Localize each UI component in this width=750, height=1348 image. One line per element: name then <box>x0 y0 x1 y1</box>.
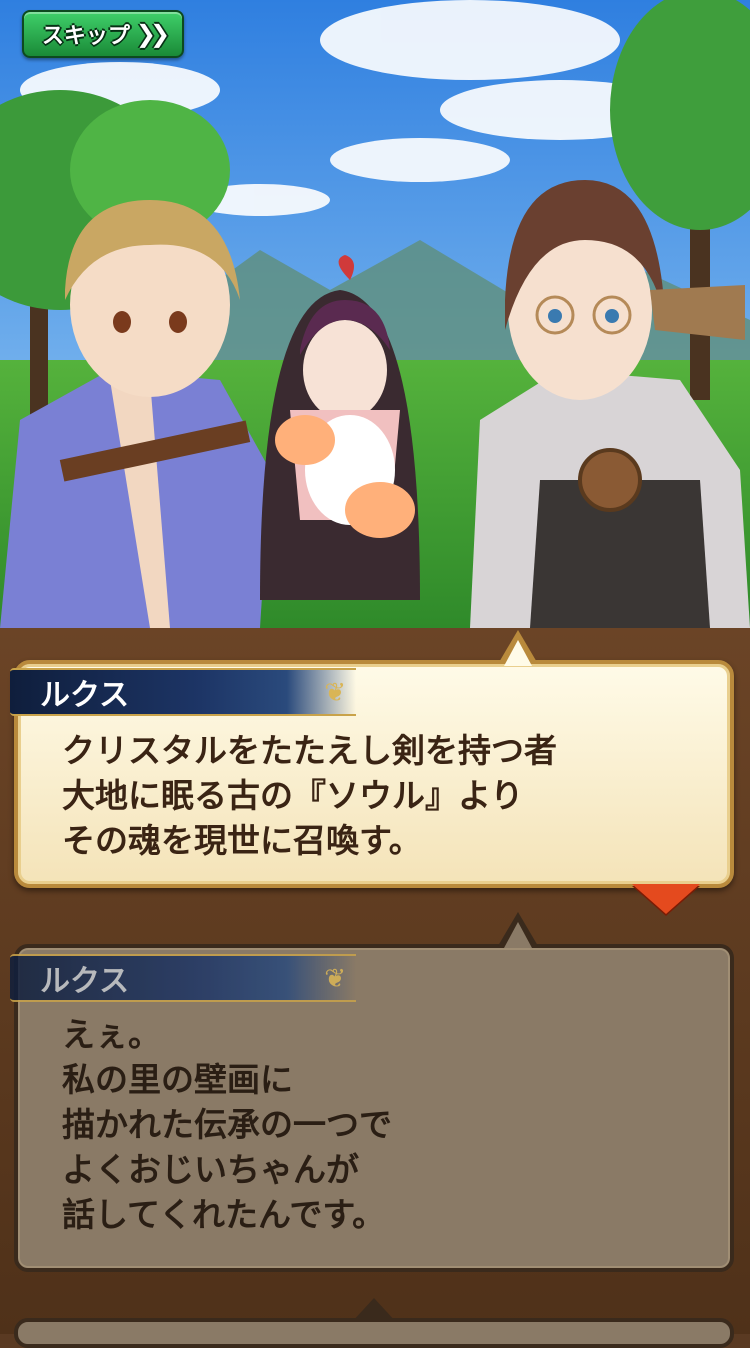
dialog-line: 描かれた伝承の一つで <box>62 1105 392 1144</box>
previous-message-tail-inner <box>504 922 532 948</box>
dialog-line: その魂を現世に召喚す。 <box>62 821 422 860</box>
story-scene: スキップ ❯❯ <box>0 0 750 628</box>
dialog-line: クリスタルをたたえし剣を持つ者 <box>62 731 557 770</box>
ornament-icon: ❦ <box>324 964 346 994</box>
dialog-line: 大地に眠る古の『ソウル』より <box>62 776 524 815</box>
skip-button[interactable]: スキップ ❯❯ <box>22 10 184 58</box>
current-dialog-text: クリスタルをたたえし剣を持つ者 大地に眠る古の『ソウル』より その魂を現世に召喚… <box>62 728 557 863</box>
speaker-name: ルクス <box>40 678 130 713</box>
next-message-box <box>14 1318 734 1348</box>
previous-speaker-name-plate: ルクス ❦ <box>10 954 356 1002</box>
current-message-tail-inner <box>504 640 532 666</box>
double-chevron-right-icon: ❯❯ <box>135 20 170 48</box>
ornament-icon: ❦ <box>324 678 346 708</box>
dialog-line: 話してくれたんです。 <box>62 1195 386 1234</box>
dialog-line: えぇ。 <box>62 1015 161 1054</box>
scene-illustration <box>0 0 750 628</box>
speaker-name-plate: ルクス ❦ <box>10 668 356 716</box>
dialog-line: 私の里の壁画に <box>62 1060 293 1099</box>
skip-button-label: スキップ <box>41 24 130 49</box>
advance-arrow-icon[interactable] <box>632 884 700 914</box>
dialog-line: よくおじいちゃんが <box>62 1150 359 1189</box>
previous-dialog-text: えぇ。 私の里の壁画に 描かれた伝承の一つで よくおじいちゃんが 話してくれたん… <box>62 1012 392 1237</box>
previous-speaker-name: ルクス <box>40 964 130 999</box>
